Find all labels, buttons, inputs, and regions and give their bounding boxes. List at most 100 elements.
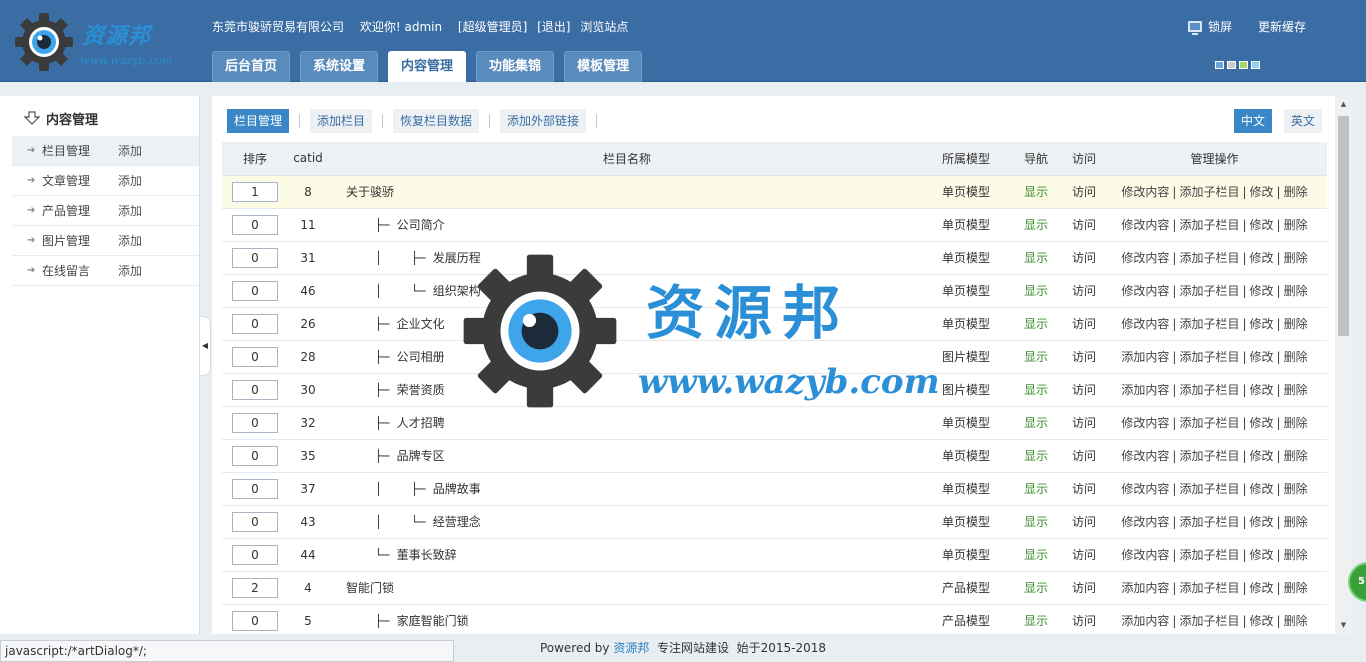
nav-toggle-link[interactable]: 显示 bbox=[1006, 241, 1066, 274]
edit-link[interactable]: 修改 bbox=[1250, 482, 1274, 496]
add-child-link[interactable]: 添加子栏目 bbox=[1179, 251, 1239, 265]
sort-input[interactable] bbox=[232, 181, 278, 202]
visit-link[interactable]: 访问 bbox=[1066, 208, 1102, 241]
content-op-link[interactable]: 添加内容 bbox=[1121, 581, 1169, 595]
edit-link[interactable]: 修改 bbox=[1250, 251, 1274, 265]
sort-input[interactable] bbox=[232, 214, 278, 235]
visit-link[interactable]: 访问 bbox=[1066, 439, 1102, 472]
tab-features[interactable]: 功能集锦 bbox=[476, 51, 555, 82]
visit-link[interactable]: 访问 bbox=[1066, 340, 1102, 373]
delete-link[interactable]: 删除 bbox=[1284, 317, 1308, 331]
nav-toggle-link[interactable]: 显示 bbox=[1006, 373, 1066, 406]
tab-system-settings[interactable]: 系统设置 bbox=[300, 51, 379, 82]
lock-screen-button[interactable]: 锁屏 bbox=[1188, 18, 1232, 35]
visit-link[interactable]: 访问 bbox=[1066, 472, 1102, 505]
logout-link[interactable]: [退出] bbox=[537, 20, 570, 34]
delete-link[interactable]: 删除 bbox=[1284, 284, 1308, 298]
sort-input[interactable] bbox=[232, 478, 278, 499]
content-op-link[interactable]: 添加内容 bbox=[1121, 350, 1169, 364]
tab-dashboard[interactable]: 后台首页 bbox=[212, 51, 291, 82]
sidebar-add-link[interactable]: 添加 bbox=[118, 166, 142, 196]
nav-toggle-link[interactable]: 显示 bbox=[1006, 439, 1066, 472]
add-child-link[interactable]: 添加子栏目 bbox=[1179, 416, 1239, 430]
content-op-link[interactable]: 修改内容 bbox=[1121, 515, 1169, 529]
nav-toggle-link[interactable]: 显示 bbox=[1006, 505, 1066, 538]
nav-toggle-link[interactable]: 显示 bbox=[1006, 538, 1066, 571]
sort-input[interactable] bbox=[232, 313, 278, 334]
nav-toggle-link[interactable]: 显示 bbox=[1006, 604, 1066, 634]
sort-input[interactable] bbox=[232, 379, 278, 400]
delete-link[interactable]: 删除 bbox=[1284, 185, 1308, 199]
visit-link[interactable]: 访问 bbox=[1066, 406, 1102, 439]
subtab-add-category[interactable]: 添加栏目 bbox=[310, 109, 373, 133]
add-child-link[interactable]: 添加子栏目 bbox=[1179, 449, 1239, 463]
browse-site-link[interactable]: 浏览站点 bbox=[580, 20, 628, 34]
delete-link[interactable]: 删除 bbox=[1284, 449, 1308, 463]
content-op-link[interactable]: 修改内容 bbox=[1121, 251, 1169, 265]
add-child-link[interactable]: 添加子栏目 bbox=[1179, 317, 1239, 331]
delete-link[interactable]: 删除 bbox=[1284, 350, 1308, 364]
nav-toggle-link[interactable]: 显示 bbox=[1006, 274, 1066, 307]
edit-link[interactable]: 修改 bbox=[1250, 515, 1274, 529]
subtab-add-external-link[interactable]: 添加外部链接 bbox=[500, 109, 587, 133]
add-child-link[interactable]: 添加子栏目 bbox=[1179, 350, 1239, 364]
delete-link[interactable]: 删除 bbox=[1284, 383, 1308, 397]
content-op-link[interactable]: 修改内容 bbox=[1121, 218, 1169, 232]
tab-templates[interactable]: 模板管理 bbox=[564, 51, 643, 82]
sidebar-item-articles[interactable]: ➔ 文章管理 添加 bbox=[12, 166, 199, 196]
add-child-link[interactable]: 添加子栏目 bbox=[1179, 218, 1239, 232]
delete-link[interactable]: 删除 bbox=[1284, 482, 1308, 496]
footer-brand-link[interactable]: 资源邦 bbox=[613, 641, 649, 655]
sidebar-item-images[interactable]: ➔ 图片管理 添加 bbox=[12, 226, 199, 256]
scroll-thumb[interactable] bbox=[1338, 116, 1349, 336]
visit-link[interactable]: 访问 bbox=[1066, 373, 1102, 406]
scroll-down-icon[interactable]: ▼ bbox=[1335, 617, 1352, 634]
add-child-link[interactable]: 添加子栏目 bbox=[1179, 284, 1239, 298]
role-link[interactable]: [超级管理员] bbox=[458, 20, 527, 34]
scroll-up-icon[interactable]: ▲ bbox=[1335, 96, 1352, 113]
delete-link[interactable]: 删除 bbox=[1284, 218, 1308, 232]
delete-link[interactable]: 删除 bbox=[1284, 251, 1308, 265]
sort-input[interactable] bbox=[232, 346, 278, 367]
nav-toggle-link[interactable]: 显示 bbox=[1006, 307, 1066, 340]
add-child-link[interactable]: 添加子栏目 bbox=[1179, 581, 1239, 595]
edit-link[interactable]: 修改 bbox=[1250, 317, 1274, 331]
sort-input[interactable] bbox=[232, 247, 278, 268]
skin-swatch[interactable] bbox=[1251, 61, 1260, 69]
edit-link[interactable]: 修改 bbox=[1250, 581, 1274, 595]
sort-input[interactable] bbox=[232, 577, 278, 598]
subtab-restore-data[interactable]: 恢复栏目数据 bbox=[393, 109, 480, 133]
sidebar-add-link[interactable]: 添加 bbox=[118, 196, 142, 226]
sort-input[interactable] bbox=[232, 511, 278, 532]
delete-link[interactable]: 删除 bbox=[1284, 416, 1308, 430]
edit-link[interactable]: 修改 bbox=[1250, 350, 1274, 364]
sort-input[interactable] bbox=[232, 280, 278, 301]
nav-toggle-link[interactable]: 显示 bbox=[1006, 340, 1066, 373]
add-child-link[interactable]: 添加子栏目 bbox=[1179, 482, 1239, 496]
edit-link[interactable]: 修改 bbox=[1250, 185, 1274, 199]
content-op-link[interactable]: 修改内容 bbox=[1121, 317, 1169, 331]
edit-link[interactable]: 修改 bbox=[1250, 548, 1274, 562]
visit-link[interactable]: 访问 bbox=[1066, 604, 1102, 634]
sidebar-item-category[interactable]: ➔ 栏目管理 添加 bbox=[12, 136, 199, 166]
content-op-link[interactable]: 添加内容 bbox=[1121, 383, 1169, 397]
visit-link[interactable]: 访问 bbox=[1066, 175, 1102, 208]
sort-input[interactable] bbox=[232, 544, 278, 565]
edit-link[interactable]: 修改 bbox=[1250, 218, 1274, 232]
nav-toggle-link[interactable]: 显示 bbox=[1006, 175, 1066, 208]
add-child-link[interactable]: 添加子栏目 bbox=[1179, 383, 1239, 397]
delete-link[interactable]: 删除 bbox=[1284, 548, 1308, 562]
lang-english-button[interactable]: 英文 bbox=[1283, 109, 1322, 133]
content-op-link[interactable]: 修改内容 bbox=[1121, 449, 1169, 463]
sort-input[interactable] bbox=[232, 610, 278, 631]
visit-link[interactable]: 访问 bbox=[1066, 274, 1102, 307]
sort-input[interactable] bbox=[232, 412, 278, 433]
sidebar-collapse-handle[interactable]: ◀ bbox=[200, 316, 211, 376]
skin-swatch[interactable] bbox=[1215, 61, 1224, 69]
delete-link[interactable]: 删除 bbox=[1284, 581, 1308, 595]
sort-input[interactable] bbox=[232, 445, 278, 466]
edit-link[interactable]: 修改 bbox=[1250, 449, 1274, 463]
content-op-link[interactable]: 修改内容 bbox=[1121, 482, 1169, 496]
add-child-link[interactable]: 添加子栏目 bbox=[1179, 185, 1239, 199]
visit-link[interactable]: 访问 bbox=[1066, 241, 1102, 274]
